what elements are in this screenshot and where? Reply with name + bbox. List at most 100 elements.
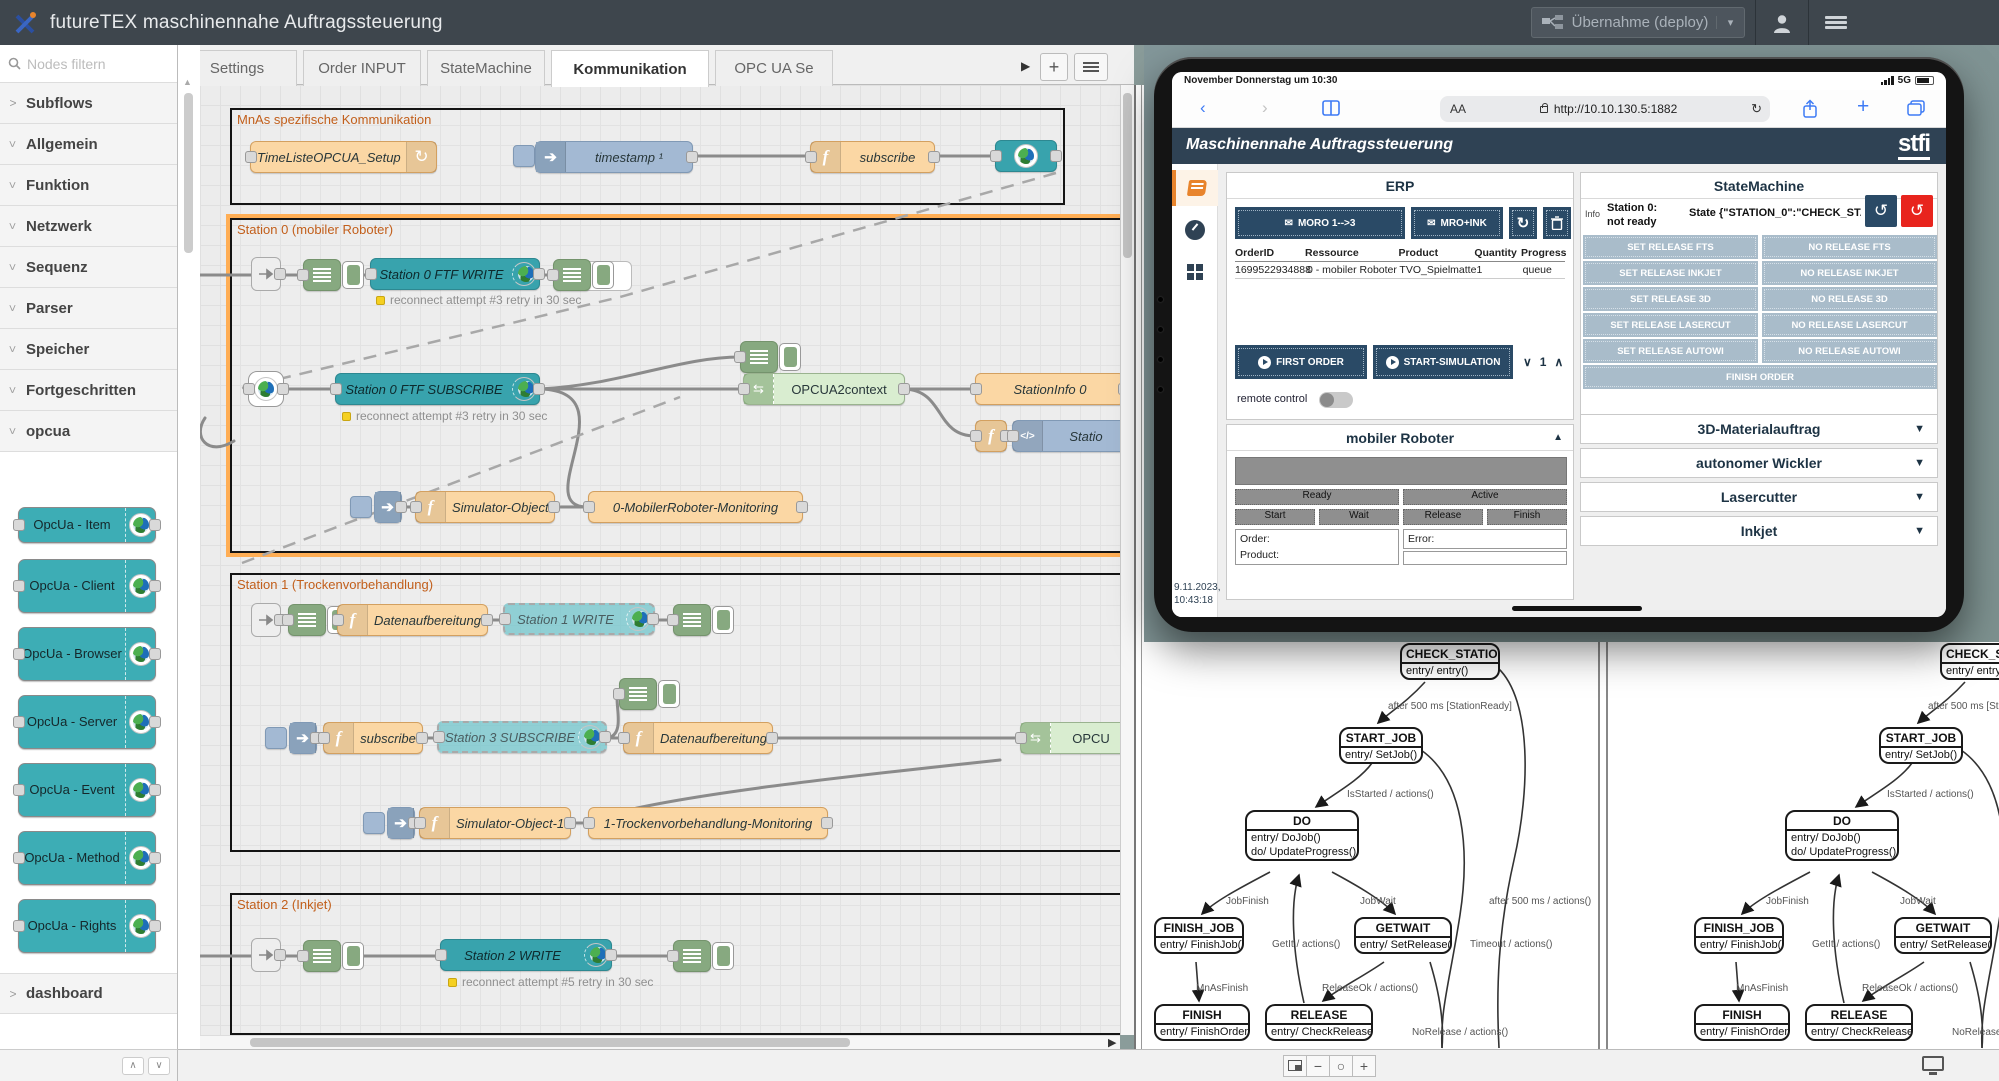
debug-toggle[interactable]	[592, 261, 614, 289]
node-simulator-object-1[interactable]: f Simulator-Object-1	[419, 807, 571, 839]
node-function-small[interactable]: f	[975, 420, 1007, 452]
flow-canvas[interactable]: MnAs spezifische Kommunikation Station 0…	[200, 85, 1134, 1035]
rail-tab-grid[interactable]	[1172, 254, 1218, 290]
canvas-horizontal-scrollbar[interactable]	[200, 1035, 1120, 1049]
node-station3-subscribe[interactable]: Station 3 SUBSCRIBE	[437, 721, 607, 753]
node-opcua2context-cut[interactable]: ⇆ OPCU	[1020, 722, 1132, 754]
reset-button[interactable]: ↺	[1901, 195, 1933, 227]
reload-icon[interactable]: ↻	[1751, 101, 1762, 117]
node-debug-2a[interactable]	[303, 940, 364, 972]
tab-scroll-right-icon[interactable]: ▶	[1021, 59, 1030, 73]
palette-category-parser[interactable]: >Parser	[0, 288, 177, 329]
collapse-icon[interactable]: ▲	[1553, 432, 1563, 443]
node-station1-write[interactable]: Station 1 WRITE	[503, 603, 655, 635]
deploy-button[interactable]: Übernahme (deploy) ▾	[1531, 7, 1745, 38]
panel-lasercutter[interactable]: Lasercutter▼	[1580, 482, 1938, 512]
finish-order-button[interactable]: FINISH ORDER	[1583, 365, 1937, 389]
node-inject-2[interactable]: ➔	[387, 807, 415, 839]
expand-categories-button[interactable]: ∨	[148, 1057, 170, 1075]
panel-autonomer-wickler[interactable]: autonomer Wickler▼	[1580, 448, 1938, 478]
node-debug-1c[interactable]	[619, 678, 680, 710]
node-station0-ftf-write[interactable]: Station 0 FTF WRITE	[370, 258, 540, 290]
node-opcua-circle[interactable]	[248, 371, 284, 407]
sidebar-book-icon[interactable]	[1322, 100, 1340, 116]
node-stationinfo-0[interactable]: StationInfo 0	[975, 373, 1125, 405]
panel-inkjet[interactable]: Inkjet▼	[1580, 516, 1938, 546]
panel-3d-materialauftrag[interactable]: 3D-Materialauftrag▼	[1580, 414, 1938, 444]
fullscreen-monitor-icon[interactable]	[1922, 1056, 1944, 1071]
node-link-in-2[interactable]	[251, 938, 281, 972]
node-debug-0b[interactable]	[553, 259, 614, 291]
back-icon[interactable]: ‹	[1200, 98, 1206, 118]
node-debug-1b[interactable]	[673, 604, 734, 636]
scroll-thumb[interactable]	[1123, 93, 1132, 258]
inject-button[interactable]	[350, 496, 372, 518]
palette-category-speicher[interactable]: >Speicher	[0, 329, 177, 370]
debug-toggle[interactable]	[779, 343, 801, 371]
scroll-thumb[interactable]	[250, 1038, 850, 1047]
no-release-inkjet-button[interactable]: NO RELEASE INKJET	[1762, 261, 1937, 285]
zoom-in-button[interactable]: +	[1352, 1055, 1376, 1077]
quantity-stepper[interactable]: ∨ 1 ∧	[1523, 355, 1563, 369]
palette-category-funktion[interactable]: >Funktion	[0, 165, 177, 206]
tab-opc-ua[interactable]: OPC UA Se	[715, 50, 833, 86]
palette-scrollbar[interactable]: ▲	[178, 45, 200, 1049]
delete-button[interactable]	[1543, 207, 1571, 239]
no-release-fts-button[interactable]: NO RELEASE FTS	[1762, 235, 1937, 259]
main-menu-button[interactable]	[1816, 6, 1856, 39]
palette-category-netzwerk[interactable]: >Netzwerk	[0, 206, 177, 247]
node-subscribe-a[interactable]: f subscribe	[810, 141, 935, 173]
palette-node-opcua-method[interactable]: OpcUa - Method	[18, 831, 156, 885]
table-row[interactable]: 1699522934888 0 - mobiler Roboter TVO_Sp…	[1235, 262, 1565, 279]
text-size-button[interactable]: AA	[1450, 102, 1466, 116]
node-station2-write[interactable]: Station 2 WRITE	[440, 939, 612, 971]
tab-statemachine[interactable]: StateMachine	[427, 50, 545, 86]
palette-scroll-thumb[interactable]	[184, 93, 193, 253]
rail-tab-gauge[interactable]	[1172, 212, 1218, 248]
first-order-button[interactable]: FIRST ORDER	[1235, 345, 1367, 379]
set-release-lasercut-button[interactable]: SET RELEASE LASERCUT	[1583, 313, 1758, 337]
no-release-autowi-button[interactable]: NO RELEASE AUTOWI	[1762, 339, 1937, 363]
set-release-fts-button[interactable]: SET RELEASE FTS	[1583, 235, 1758, 259]
palette-category-dashboard[interactable]: >dashboard	[0, 973, 177, 1014]
node-mobilerroboter-monitoring[interactable]: 0-MobilerRoboter-Monitoring	[588, 491, 803, 523]
mro-ink-button[interactable]: ✉MRO+INK	[1411, 207, 1503, 239]
debug-toggle[interactable]	[342, 261, 364, 289]
node-datenaufbereitung-1[interactable]: f Datenaufbereitung	[337, 604, 488, 636]
node-inject-1[interactable]: ➔	[289, 722, 317, 754]
node-link-in-1[interactable]	[251, 603, 281, 637]
node-simulator-object-0[interactable]: f Simulator-Object-0	[415, 491, 555, 523]
inject-button[interactable]	[265, 727, 287, 749]
set-release-autowi-button[interactable]: SET RELEASE AUTOWI	[1583, 339, 1758, 363]
palette-node-opcua-event[interactable]: OpcUa - Event	[18, 763, 156, 817]
zoom-reset-button[interactable]: ○	[1329, 1055, 1353, 1077]
node-timestamp[interactable]: ➔ timestamp ¹	[535, 141, 693, 173]
user-button[interactable]	[1762, 6, 1802, 39]
set-release-inkjet-button[interactable]: SET RELEASE INKJET	[1583, 261, 1758, 285]
add-flow-button[interactable]: +	[1040, 53, 1068, 81]
palette-category-opcua[interactable]: >opcua	[0, 411, 177, 452]
scroll-up-icon[interactable]: ▲	[183, 77, 192, 87]
palette-node-opcua-rights[interactable]: OpcUa - Rights	[18, 899, 156, 953]
canvas-vertical-scrollbar[interactable]	[1120, 85, 1134, 1035]
palette-node-opcua-browser[interactable]: OpcUa - Browser	[18, 627, 156, 681]
palette-category-fortgeschritten[interactable]: >Fortgeschritten	[0, 370, 177, 411]
no-release-lasercut-button[interactable]: NO RELEASE LASERCUT	[1762, 313, 1937, 337]
share-icon[interactable]	[1802, 99, 1818, 118]
set-release-3d-button[interactable]: SET RELEASE 3D	[1583, 287, 1758, 311]
tab-order-input[interactable]: Order INPUT	[303, 50, 421, 86]
new-tab-icon[interactable]: +	[1857, 95, 1869, 119]
start-simulation-button[interactable]: START-SIMULATION	[1373, 345, 1513, 379]
node-inject-0[interactable]: ➔	[374, 491, 402, 523]
flow-list-button[interactable]	[1074, 53, 1108, 81]
debug-toggle[interactable]	[342, 942, 364, 970]
node-opcua2context[interactable]: ⇆ OPCUA2context	[743, 373, 905, 405]
node-link-in-0[interactable]	[251, 257, 281, 291]
node-datenaufbereitung-2[interactable]: f Datenaufbereitung	[623, 722, 773, 754]
deploy-caret-icon[interactable]: ▾	[1716, 16, 1744, 29]
palette-node-opcua-server[interactable]: OpcUa - Server	[18, 695, 156, 749]
refresh-button[interactable]: ↻	[1509, 207, 1537, 239]
stepper-down-icon[interactable]: ∨	[1523, 355, 1532, 369]
node-debug-2b[interactable]	[673, 940, 734, 972]
debug-toggle[interactable]	[712, 942, 734, 970]
